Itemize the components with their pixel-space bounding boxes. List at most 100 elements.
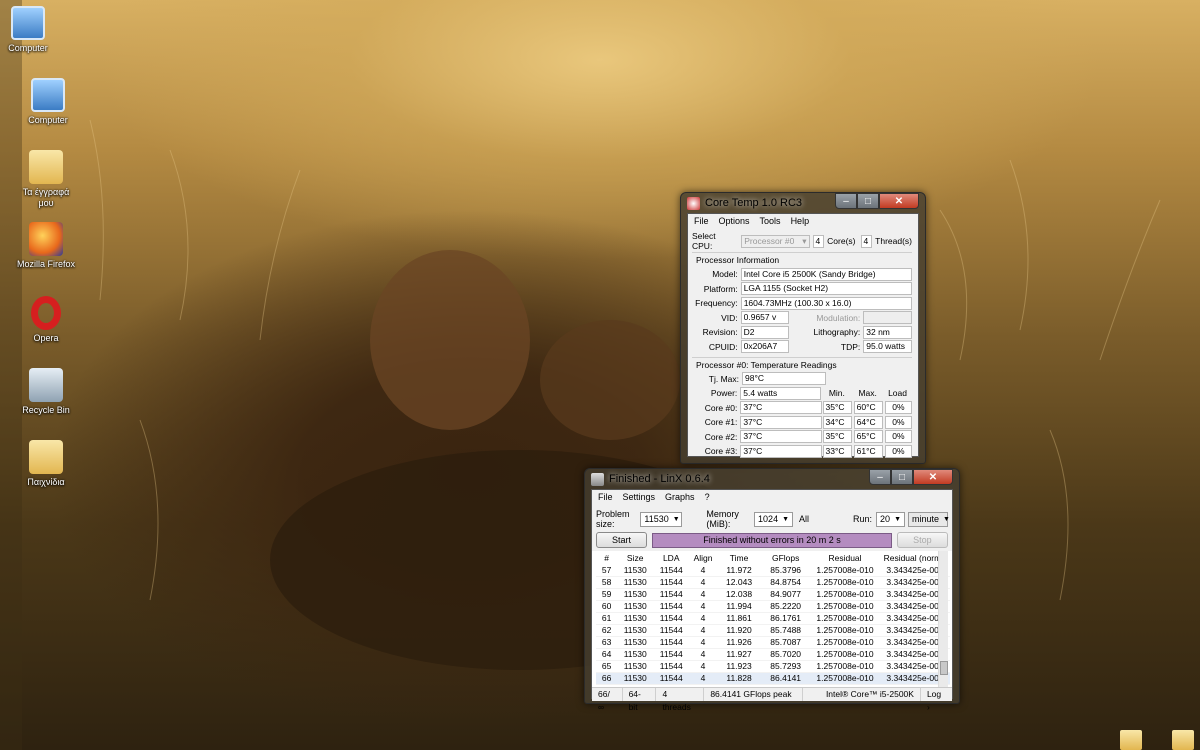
cell-align: 4 [689, 600, 717, 613]
problem-size-select[interactable]: 11530 ▼ [640, 511, 683, 527]
cell-align: 4 [689, 660, 717, 673]
folder-icon[interactable] [1120, 730, 1142, 750]
col-header-lda[interactable]: LDA [653, 551, 690, 564]
select-cpu-label: Select CPU: [692, 231, 716, 251]
maximize-button[interactable]: □ [857, 193, 879, 209]
cell-residual: 1.257008e-010 [810, 672, 880, 685]
model-label: Model: [712, 269, 738, 279]
cell-residual: 1.257008e-010 [810, 564, 880, 577]
table-row[interactable]: 63 11530 11544 4 11.926 85.7087 1.257008e-010 3… [596, 636, 950, 649]
vid-label: VID: [721, 312, 738, 323]
cell-size: 11530 [617, 672, 654, 685]
col-header-num[interactable]: # [596, 551, 618, 564]
run-count-value: 20 [880, 514, 891, 524]
desktop-icon-computer-ghost[interactable]: Computer [0, 6, 60, 54]
linx-window[interactable]: Finished - LinX 0.6.4 – □ ✕ File Setting… [584, 468, 960, 712]
menu-settings[interactable]: Settings [623, 492, 656, 505]
menu-graphs[interactable]: Graphs [665, 492, 695, 505]
cell-residual: 1.257008e-010 [810, 624, 880, 637]
coretemp-client: File Options Tools Help Select CPU: Proc… [687, 213, 919, 458]
menu-options[interactable]: Options [719, 216, 750, 229]
log-button[interactable]: Log › [921, 688, 952, 712]
cell-lda: 11544 [653, 660, 690, 673]
scrollbar-thumb[interactable] [940, 661, 948, 675]
stop-button[interactable]: Stop [896, 532, 948, 548]
col-header-residual[interactable]: Residual [810, 551, 880, 564]
table-row[interactable]: 58 11530 11544 4 12.043 84.8754 1.257008e-010 3… [596, 576, 950, 589]
documents-folder-icon [29, 150, 63, 184]
results-scrollbar[interactable] [938, 551, 948, 687]
menu-file[interactable]: File [694, 216, 709, 229]
results-table-container: # Size LDA Align Time GFlops Residual Re… [592, 551, 952, 687]
cell-lda: 11544 [653, 576, 690, 589]
desktop-icon-games[interactable]: Παιχνίδια [14, 440, 78, 488]
run-count-select[interactable]: 20 ▼ [876, 511, 905, 527]
coretemp-window[interactable]: Core Temp 1.0 RC3 – □ ✕ File Options Too… [680, 192, 926, 464]
cell-size: 11530 [617, 588, 654, 601]
close-button[interactable]: ✕ [879, 193, 919, 209]
cell-gflops: 85.7293 [761, 660, 811, 673]
maximize-button[interactable]: □ [891, 469, 913, 485]
table-row[interactable]: 59 11530 11544 4 12.038 84.9077 1.257008e-010 3… [596, 588, 950, 601]
menu-help[interactable]: Help [791, 216, 810, 229]
core-max: 60°C [853, 401, 883, 414]
desktop-icon-documents[interactable]: Τα έγγραφά μου [14, 150, 78, 209]
col-header-time[interactable]: Time [716, 551, 762, 564]
cell-lda: 11544 [653, 624, 690, 637]
col-header-size[interactable]: Size [617, 551, 654, 564]
tjmax-label: Tj. Max: [708, 373, 739, 384]
all-checkbox-label[interactable]: All [799, 514, 809, 524]
cell-num: 62 [596, 624, 618, 637]
desktop-icon-computer[interactable]: Computer [16, 78, 80, 126]
cell-residual: 1.257008e-010 [810, 588, 880, 601]
cell-time: 12.043 [716, 576, 762, 589]
table-row[interactable]: 62 11530 11544 4 11.920 85.7488 1.257008e-010 3… [596, 624, 950, 637]
menu-tools[interactable]: Tools [760, 216, 781, 229]
cell-residual: 1.257008e-010 [810, 660, 880, 673]
table-row[interactable]: 57 11530 11544 4 11.972 85.3796 1.257008e-010 3… [596, 564, 950, 577]
cell-size: 11530 [617, 648, 654, 661]
chevron-down-icon: ▼ [782, 515, 790, 523]
desktop-icon-recycle-bin[interactable]: Recycle Bin [14, 368, 78, 416]
cell-time: 11.927 [716, 648, 762, 661]
core-max: 64°C [853, 415, 883, 429]
desktop-icon-opera[interactable]: Opera [14, 296, 78, 344]
minimize-button[interactable]: – [869, 469, 891, 485]
select-cpu-dropdown[interactable]: Processor #0 ▾ [741, 234, 810, 248]
status-passes: 66/∞ [592, 688, 623, 712]
cell-align: 4 [689, 624, 717, 637]
lithography-value: 32 nm [863, 325, 912, 339]
cell-gflops: 85.3796 [761, 564, 811, 577]
minimize-button[interactable]: – [835, 193, 857, 209]
folder-icon[interactable] [1172, 730, 1194, 750]
cpuid-value: 0x206A7 [740, 340, 790, 353]
memory-select[interactable]: 1024 ▼ [754, 511, 794, 527]
col-header-align[interactable]: Align [689, 551, 717, 564]
results-table-body: 57 11530 11544 4 11.972 85.3796 1.257008e-010 3… [596, 564, 950, 685]
cell-size: 11530 [617, 576, 654, 589]
memory-value: 1024 [758, 514, 779, 524]
col-max-label: Max. [858, 388, 877, 398]
close-button[interactable]: ✕ [913, 469, 953, 485]
coretemp-menubar: File Options Tools Help [688, 214, 918, 231]
start-button[interactable]: Start [596, 532, 648, 548]
run-unit-select[interactable]: minute ▼ [908, 511, 950, 527]
table-row[interactable]: 66 11530 11544 4 11.828 86.4141 1.257008e-010 3… [596, 672, 950, 685]
cell-lda: 11544 [653, 588, 690, 601]
linx-titlebar[interactable]: Finished - LinX 0.6.4 – □ ✕ [591, 469, 953, 489]
computer-icon [31, 78, 65, 112]
table-row[interactable]: 65 11530 11544 4 11.923 85.7293 1.257008e-010 3… [596, 660, 950, 673]
menu-file[interactable]: File [598, 492, 613, 505]
table-row[interactable]: 60 11530 11544 4 11.994 85.2220 1.257008e-010 3… [596, 600, 950, 613]
menu-help[interactable]: ? [705, 492, 710, 505]
temp-readings-title: Processor #0: Temperature Readings [696, 359, 837, 370]
table-row[interactable]: 64 11530 11544 4 11.927 85.7020 1.257008e-010 3… [596, 648, 950, 661]
table-row[interactable]: 61 11530 11544 4 11.861 86.1761 1.257008e-010 3… [596, 612, 950, 625]
games-folder-icon [29, 440, 63, 474]
desktop-icon-firefox[interactable]: Mozilla Firefox [14, 222, 78, 270]
desktop-icon-label: Recycle Bin [22, 405, 70, 415]
col-header-gflops[interactable]: GFlops [761, 551, 811, 564]
coretemp-titlebar[interactable]: Core Temp 1.0 RC3 – □ ✕ [687, 193, 919, 213]
tjmax-value: 98°C [742, 372, 826, 385]
core-load: 0% [884, 444, 912, 458]
